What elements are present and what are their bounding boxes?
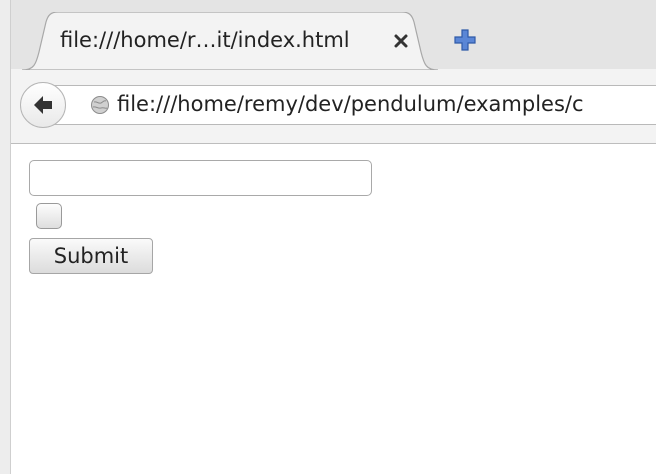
browser-toolbar: file:///home/remy/dev/pendulum/examples/… [0,69,656,144]
globe-icon [90,95,110,115]
checkbox[interactable] [36,203,62,229]
browser-window: file:///home/r…it/index.html file:///hom… [0,0,656,474]
close-icon[interactable] [391,31,411,51]
new-tab-icon[interactable] [453,28,477,52]
back-arrow-icon [34,96,52,114]
submit-button[interactable]: Submit [29,238,153,274]
window-left-border [0,0,11,474]
text-input[interactable] [29,160,372,196]
url-text: file:///home/remy/dev/pendulum/examples/… [117,92,584,116]
tab-strip: file:///home/r…it/index.html [0,0,656,70]
tab-active[interactable]: file:///home/r…it/index.html [22,12,438,70]
back-button[interactable] [20,82,66,128]
tab-title: file:///home/r…it/index.html [60,28,350,52]
page-content: Submit [11,144,656,474]
address-bar[interactable]: file:///home/remy/dev/pendulum/examples/… [48,85,656,125]
